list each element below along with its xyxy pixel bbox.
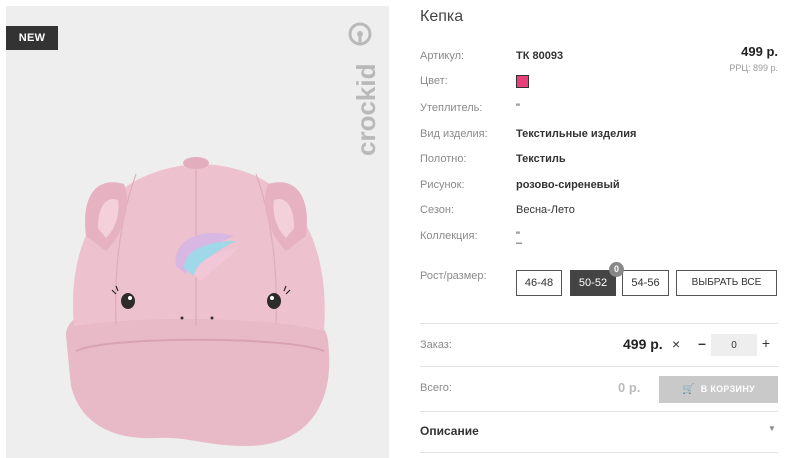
article-value: ТК 80093 xyxy=(516,50,564,62)
basket-icon: 🛒 xyxy=(681,384,695,395)
divider xyxy=(420,323,778,324)
add-to-cart-button[interactable]: 🛒 В КОРЗИНУ xyxy=(659,376,778,403)
attr-label: Рисунок: xyxy=(420,179,465,191)
divider xyxy=(420,452,778,453)
total-price: 0 р. xyxy=(618,380,641,395)
attr-label: Артикул: xyxy=(420,50,465,62)
order-price: 499 р. xyxy=(623,336,663,352)
size-option-46-48[interactable]: 46-48 xyxy=(516,270,562,296)
rrp-price: РРЦ: 899 р. xyxy=(729,63,778,73)
attr-label: Вид изделия: xyxy=(420,128,488,140)
cap-illustration xyxy=(66,157,330,446)
attr-label: Коллекция: xyxy=(420,230,478,242)
brand-wordmark: crockid xyxy=(351,63,381,157)
times-icon: × xyxy=(672,336,681,352)
product-price: 499 р. xyxy=(741,44,778,59)
size-count-badge: 0 xyxy=(609,262,624,277)
color-swatch[interactable] xyxy=(516,75,529,88)
size-option-50-52[interactable]: 50-52 xyxy=(570,270,616,296)
pattern-value: розово-сиреневый xyxy=(516,179,620,191)
attr-label: Цвет: xyxy=(420,75,448,87)
attr-label: Полотно: xyxy=(420,153,467,165)
attr-label: Сезон: xyxy=(420,204,454,216)
divider xyxy=(420,411,778,412)
attr-label: Утеплитель: xyxy=(420,102,483,114)
cart-button-label: В КОРЗИНУ xyxy=(700,384,756,394)
insulation-value: " xyxy=(516,102,520,114)
increase-qty-button[interactable]: + xyxy=(760,335,772,351)
collection-value-2: – xyxy=(516,237,523,249)
decrease-qty-button[interactable]: – xyxy=(696,335,708,351)
new-badge: NEW xyxy=(6,26,58,50)
product-title: Кепка xyxy=(420,8,464,25)
chevron-down-icon[interactable]: ▼ xyxy=(768,424,776,433)
size-label: Рост/размер: xyxy=(420,270,487,282)
order-label: Заказ: xyxy=(420,339,452,351)
quantity-input[interactable] xyxy=(711,334,757,356)
divider xyxy=(420,366,778,367)
season-value: Весна-Лето xyxy=(516,204,575,216)
size-option-54-56[interactable]: 54-56 xyxy=(622,270,669,296)
total-label: Всего: xyxy=(420,382,452,394)
type-value: Текстильные изделия xyxy=(516,128,637,140)
product-image[interactable]: NEW crockid xyxy=(6,6,389,458)
select-all-button[interactable]: ВЫБРАТЬ ВСЕ xyxy=(676,270,777,296)
description-toggle[interactable]: Описание xyxy=(420,424,479,438)
fabric-value: Текстиль xyxy=(516,153,566,165)
